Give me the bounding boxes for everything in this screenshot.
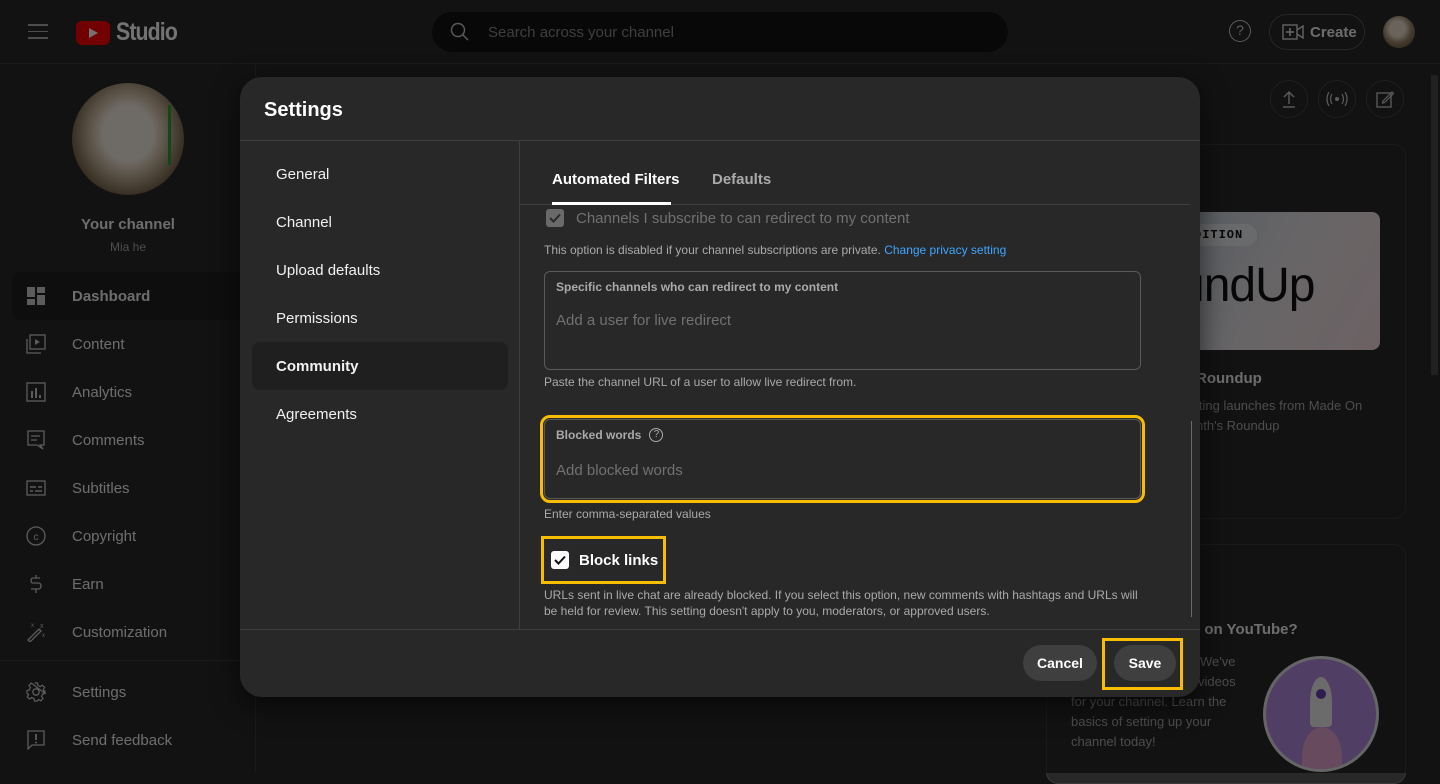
- cancel-button[interactable]: Cancel: [1023, 645, 1097, 681]
- settings-dialog: Settings General Channel Upload defaults…: [240, 77, 1200, 697]
- blocked-words-label: Blocked words: [556, 428, 641, 442]
- settings-nav-community[interactable]: Community: [252, 342, 508, 390]
- subscribe-redirect-label: Channels I subscribe to can redirect to …: [576, 210, 910, 227]
- panel-scrollbar[interactable]: ▲ ▼: [1190, 141, 1192, 629]
- privacy-note-text: This option is disabled if your channel …: [544, 243, 881, 257]
- community-settings-panel: Automated Filters Defaults Channels I su…: [520, 141, 1192, 629]
- settings-nav-general[interactable]: General: [252, 150, 508, 198]
- specific-channels-helper: Paste the channel URL of a user to allow…: [544, 375, 856, 389]
- help-circle-icon[interactable]: ?: [649, 428, 663, 442]
- tab-bar: Automated Filters Defaults: [520, 141, 1190, 205]
- block-links-checkbox[interactable]: [551, 551, 569, 569]
- settings-nav-permissions[interactable]: Permissions: [252, 294, 508, 342]
- change-privacy-setting-link[interactable]: Change privacy setting: [884, 243, 1006, 257]
- dialog-title: Settings: [264, 99, 343, 122]
- settings-nav-upload-defaults[interactable]: Upload defaults: [252, 246, 508, 294]
- specific-channels-input[interactable]: [556, 312, 1116, 329]
- active-tab-indicator: [552, 202, 671, 205]
- scrollbar-thumb[interactable]: [1191, 421, 1192, 617]
- save-button[interactable]: Save: [1114, 645, 1176, 681]
- subscribe-redirect-checkbox-row: Channels I subscribe to can redirect to …: [546, 209, 910, 227]
- divider: [240, 629, 1200, 630]
- block-links-description: URLs sent in live chat are already block…: [544, 587, 1154, 619]
- blocked-words-helper: Enter comma-separated values: [544, 507, 711, 521]
- block-links-label: Block links: [579, 552, 658, 569]
- specific-channels-field: Specific channels who can redirect to my…: [544, 271, 1141, 370]
- subscribe-redirect-checkbox[interactable]: [546, 209, 564, 227]
- specific-channels-label: Specific channels who can redirect to my…: [556, 280, 838, 294]
- checkmark-icon: [549, 213, 561, 223]
- privacy-note: This option is disabled if your channel …: [544, 243, 1006, 257]
- blocked-words-field: Blocked words ?: [544, 419, 1141, 499]
- settings-nav-agreements[interactable]: Agreements: [252, 390, 508, 438]
- block-links-checkbox-row[interactable]: Block links: [545, 540, 662, 580]
- settings-nav-channel[interactable]: Channel: [252, 198, 508, 246]
- blocked-words-label-row: Blocked words ?: [556, 428, 663, 442]
- tab-automated-filters[interactable]: Automated Filters: [552, 171, 680, 188]
- blocked-words-input[interactable]: [556, 462, 1116, 479]
- settings-nav: General Channel Upload defaults Permissi…: [252, 150, 508, 438]
- checkmark-icon: [554, 555, 566, 565]
- tab-defaults[interactable]: Defaults: [712, 171, 771, 188]
